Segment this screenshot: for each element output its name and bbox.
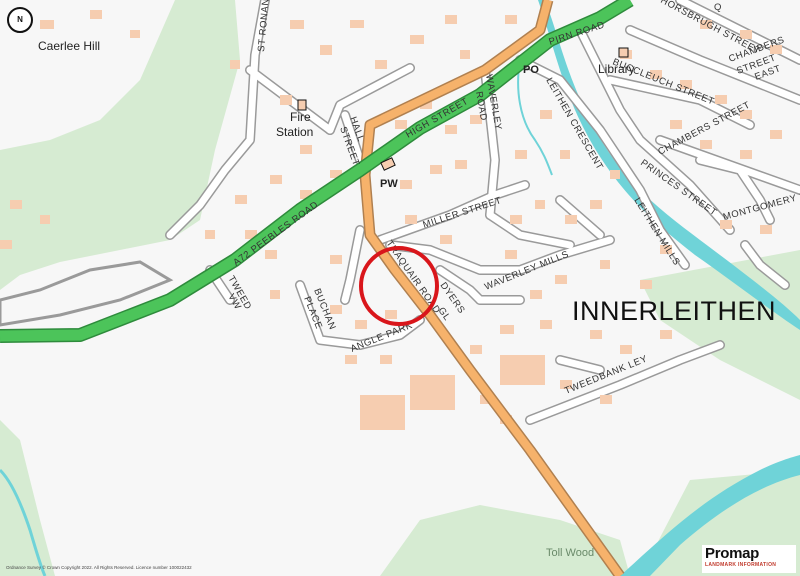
label-toll-wood: Toll Wood: [546, 547, 594, 559]
map-canvas: ST RONAN PIRN ROAD HIGH STREET HALL STRE…: [0, 0, 800, 576]
label-po: PO: [523, 64, 539, 76]
southwest-green: [0, 420, 55, 576]
label-fire-station-1: Fire: [290, 110, 311, 124]
fire-station-building: [297, 99, 307, 111]
copyright-notice: Ordnance Survey © Crown Copyright 2022. …: [6, 565, 192, 570]
label-fire-station-2: Station: [276, 125, 313, 139]
brand-name: Promap: [705, 545, 760, 562]
label-library: Library: [598, 62, 635, 76]
promap-logo: Promap LANDMARK INFORMATION: [702, 545, 796, 573]
label-pw: PW: [380, 178, 398, 190]
label-town: INNERLEITHEN: [572, 296, 776, 326]
north-label: N: [17, 15, 23, 24]
library-building: [618, 47, 629, 58]
street-st-ronan: ST RONAN: [256, 0, 272, 52]
site-location-map[interactable]: ST RONAN PIRN ROAD HIGH STREET HALL STRE…: [0, 0, 800, 576]
caerlee-hill-woodland: [0, 0, 240, 290]
label-caerlee-hill: Caerlee Hill: [38, 39, 100, 53]
north-arrow-icon: N: [7, 7, 33, 33]
brand-subtitle: LANDMARK INFORMATION: [705, 562, 777, 568]
street-top: Q: [714, 2, 722, 13]
